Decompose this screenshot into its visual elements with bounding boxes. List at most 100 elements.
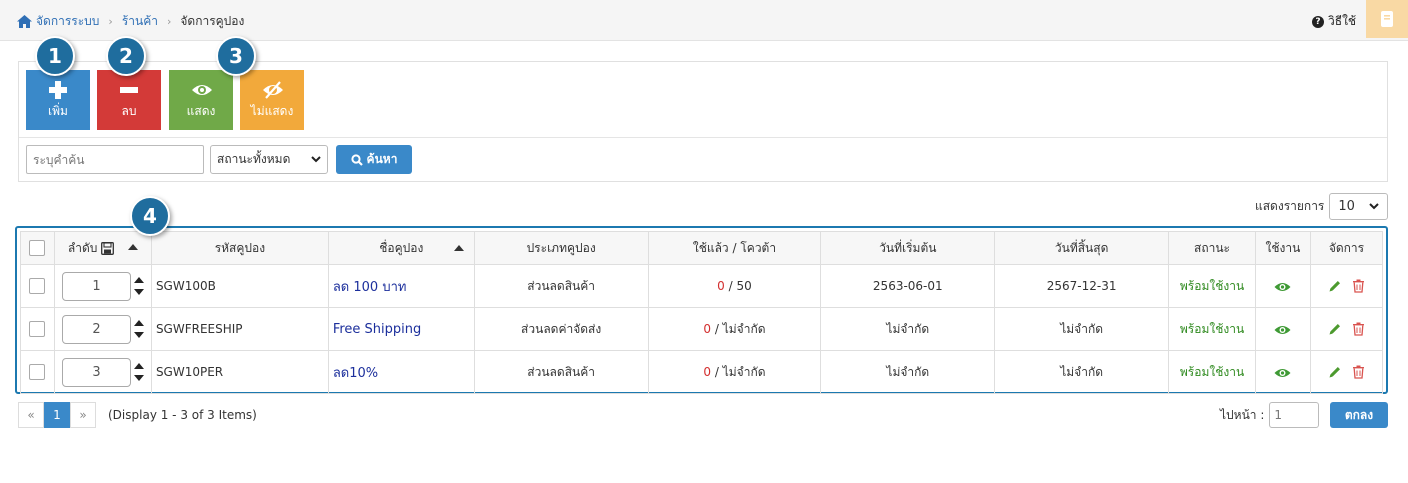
table-row: 3 SGW10PER ลด10% ส่วนลดสินค้า 0 / ไม่จำกัด ไม…	[20, 350, 1384, 394]
per-page-control: แสดงรายการ 10	[1255, 193, 1389, 220]
goto-page-label: ไปหน้า :	[1220, 407, 1265, 422]
status-select[interactable]: สถานะทั้งหมด	[210, 145, 328, 174]
coupon-used-quota: 0 / 50	[647, 264, 822, 308]
coupon-type: ส่วนลดสินค้า	[473, 350, 649, 394]
header-order[interactable]: ลำดับ	[53, 231, 152, 265]
help-label: วิธีใช้	[1328, 14, 1357, 28]
page-1-button[interactable]: 1	[44, 402, 70, 428]
delete-button[interactable]: ลบ	[97, 70, 161, 130]
table-row: 2 SGWFREESHIP Free Shipping ส่วนลดค่าจัดส่ง…	[20, 307, 1384, 351]
notebook-icon	[1381, 11, 1393, 27]
callout-badge-3: 3	[216, 36, 256, 76]
arrow-down-icon[interactable]	[133, 332, 144, 338]
status-badge: พร้อมใช้งาน	[1168, 307, 1256, 351]
used-count: 0	[717, 279, 725, 293]
coupon-used-quota: 0 / ไม่จำกัด	[647, 307, 822, 351]
notebook-button[interactable]	[1366, 0, 1408, 38]
order-stepper[interactable]	[133, 274, 144, 298]
row-checkbox[interactable]	[29, 278, 46, 294]
coupon-name-link[interactable]: ลด10%	[333, 366, 378, 381]
eye-slash-icon	[263, 81, 283, 99]
order-stepper[interactable]	[133, 360, 144, 384]
search-input[interactable]	[26, 145, 204, 174]
per-page-value: 10	[1338, 199, 1355, 214]
chevron-down-icon	[1369, 203, 1380, 210]
coupon-start-date: ไม่จำกัด	[820, 307, 996, 351]
breadcrumb: จัดการระบบ › ร้านค้า › จัดการคูปอง	[16, 12, 244, 31]
manage-cell	[1309, 264, 1384, 308]
arrow-down-icon[interactable]	[133, 289, 144, 295]
hide-button[interactable]: ไม่แสดง	[240, 70, 304, 130]
arrow-down-icon[interactable]	[133, 375, 144, 381]
header-type[interactable]: ประเภทคูปอง	[473, 231, 649, 265]
prev-page-button[interactable]: «	[18, 402, 44, 428]
search-button-label: ค้นหา	[366, 152, 398, 166]
search-button[interactable]: ค้นหา	[336, 145, 412, 174]
row-select-cell	[20, 264, 55, 308]
header-start-date[interactable]: วันที่เริ่มต้น	[820, 231, 996, 265]
trash-icon[interactable]	[1352, 322, 1365, 336]
plus-icon	[49, 81, 67, 99]
manage-cell	[1309, 350, 1384, 394]
row-checkbox[interactable]	[29, 364, 46, 380]
coupon-type: ส่วนลดสินค้า	[473, 264, 649, 308]
coupon-code: SGW10PER	[150, 350, 329, 394]
edit-pencil-icon[interactable]	[1328, 322, 1342, 336]
goto-page-control: ไปหน้า :	[1220, 402, 1320, 428]
eye-icon[interactable]	[1274, 324, 1291, 336]
header-used-quota[interactable]: ใช้แล้ว / โควต้า	[647, 231, 822, 265]
home-icon[interactable]	[16, 14, 33, 29]
arrow-up-icon[interactable]	[133, 363, 144, 369]
goto-ok-button[interactable]: ตกลง	[1330, 402, 1388, 428]
sort-asc-icon	[453, 245, 464, 251]
active-cell	[1254, 264, 1311, 308]
order-input[interactable]: 2	[61, 314, 131, 344]
order-stepper[interactable]	[133, 317, 144, 341]
row-checkbox[interactable]	[29, 321, 46, 337]
goto-page-input[interactable]	[1269, 402, 1320, 428]
header-name[interactable]: ชื่อคูปอง	[327, 231, 475, 265]
header-select-all	[20, 231, 55, 265]
header-active: ใช้งาน	[1254, 231, 1311, 265]
header-end-date[interactable]: วันที่สิ้นสุด	[994, 231, 1170, 265]
callout-badge-4: 4	[130, 196, 170, 236]
coupon-name-link[interactable]: ลด 100 บาท	[333, 280, 407, 295]
edit-pencil-icon[interactable]	[1328, 279, 1342, 293]
chevron-right-icon: ›	[108, 15, 113, 28]
breadcrumb-current: จัดการคูปอง	[180, 14, 245, 28]
coupon-name-link[interactable]: Free Shipping	[333, 322, 421, 337]
edit-pencil-icon[interactable]	[1328, 365, 1342, 379]
coupon-end-date: 2567-12-31	[994, 264, 1170, 308]
minus-icon	[120, 87, 138, 93]
order-input[interactable]: 3	[61, 357, 131, 387]
add-button[interactable]: เพิ่ม	[26, 70, 90, 130]
header-code[interactable]: รหัสคูปอง	[150, 231, 329, 265]
breadcrumb-home[interactable]: จัดการระบบ	[36, 12, 99, 31]
chevron-right-icon: ›	[166, 15, 172, 28]
status-select-value: สถานะทั้งหมด	[217, 152, 291, 166]
per-page-select[interactable]: 10	[1329, 193, 1389, 220]
eye-icon[interactable]	[1274, 367, 1291, 379]
eye-icon[interactable]	[1274, 281, 1291, 293]
breadcrumb-store[interactable]: ร้านค้า	[122, 12, 158, 31]
used-count: 0	[703, 321, 712, 336]
save-icon[interactable]	[101, 241, 115, 255]
chevron-down-icon	[311, 156, 321, 163]
question-icon: ?	[1312, 15, 1324, 28]
sort-asc-icon	[128, 243, 139, 250]
row-select-cell	[20, 307, 55, 351]
active-cell	[1254, 307, 1311, 351]
callout-badge-2: 2	[106, 36, 146, 76]
arrow-up-icon[interactable]	[133, 277, 144, 283]
table-header-row: ลำดับ รหัสคูปอง ชื่อคูปอง ประเภทคูปอง ใช…	[20, 231, 1384, 265]
order-input[interactable]: 1	[61, 271, 131, 301]
show-button[interactable]: แสดง	[169, 70, 233, 130]
select-all-checkbox[interactable]	[29, 240, 46, 256]
arrow-up-icon[interactable]	[133, 320, 144, 326]
header-status[interactable]: สถานะ	[1168, 231, 1256, 265]
next-page-button[interactable]: »	[70, 402, 96, 428]
trash-icon[interactable]	[1352, 279, 1365, 293]
trash-icon[interactable]	[1352, 365, 1365, 379]
help-link[interactable]: ? วิธีใช้	[1312, 12, 1356, 31]
coupon-end-date: ไม่จำกัด	[994, 307, 1170, 351]
